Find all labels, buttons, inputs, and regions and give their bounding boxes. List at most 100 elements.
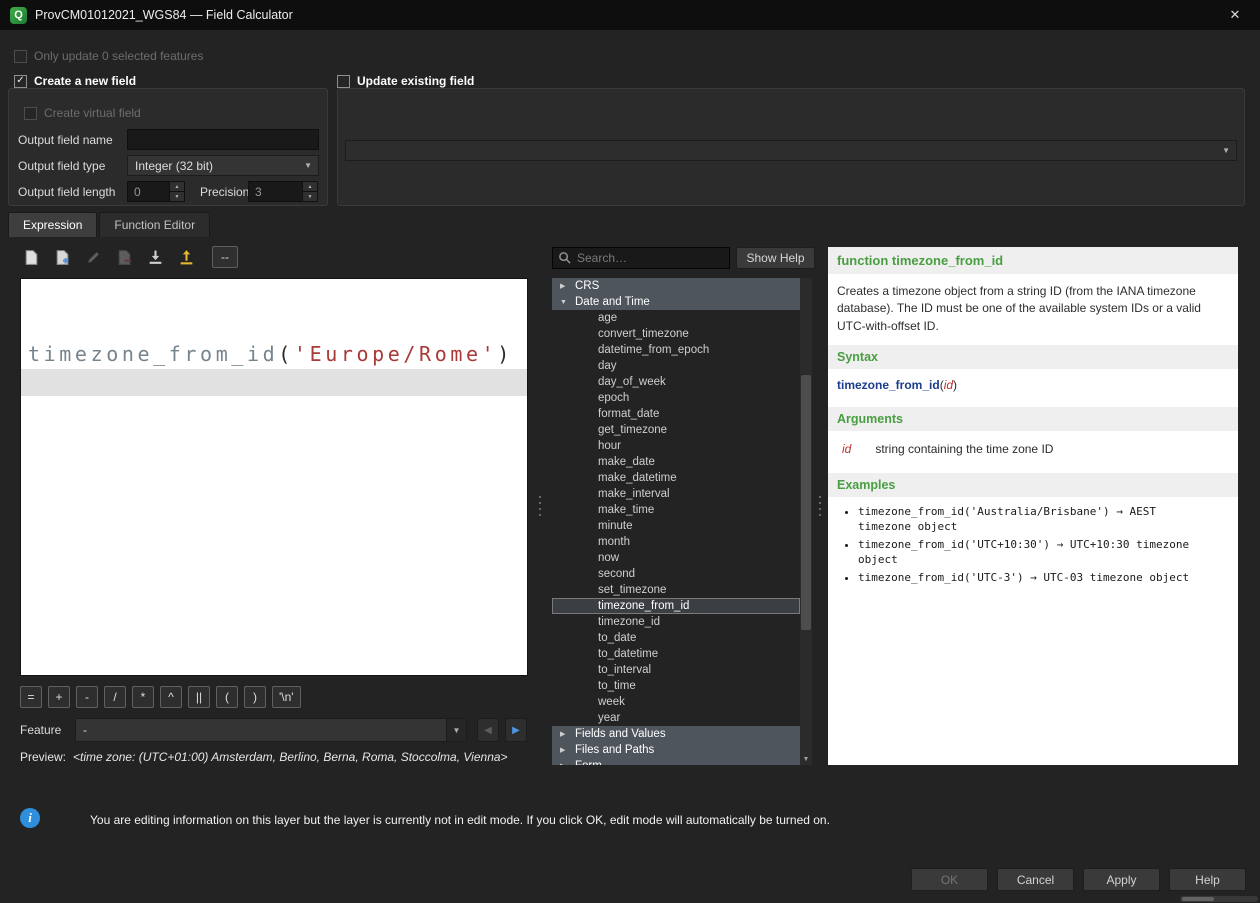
tree-item-get-timezone[interactable]: get_timezone — [552, 422, 800, 438]
spin-up-icon[interactable]: ▲ — [303, 182, 317, 192]
operator-button[interactable]: ^ — [160, 686, 182, 708]
chevron-right-icon[interactable]: ▶ — [560, 762, 570, 765]
ok-button[interactable]: OK — [911, 868, 988, 891]
chevron-right-icon[interactable]: ▶ — [560, 746, 570, 754]
tab-bar: Expression Function Editor — [8, 212, 210, 237]
output-field-type-select[interactable]: Integer (32 bit) ▼ — [127, 155, 319, 176]
next-feature-button[interactable]: ▶ — [505, 718, 527, 742]
tree-item-make-date[interactable]: make_date — [552, 454, 800, 470]
tree-group-date-and-time[interactable]: ▼Date and Time — [552, 294, 800, 310]
tree-item-timezone-from-id[interactable]: timezone_from_id — [552, 598, 800, 614]
cancel-button[interactable]: Cancel — [997, 868, 1074, 891]
existing-field-select[interactable]: ▼ — [345, 140, 1237, 161]
tree-group-fields-and-values[interactable]: ▶Fields and Values — [552, 726, 800, 742]
chevron-down-icon[interactable]: ▼ — [446, 719, 466, 741]
chevron-down-icon[interactable]: ▼ — [560, 299, 570, 306]
tree-item-make-interval[interactable]: make_interval — [552, 486, 800, 502]
tree-label: second — [598, 568, 635, 580]
tree-item-now[interactable]: now — [552, 550, 800, 566]
expression-editor[interactable]: timezone_from_id('Europe/Rome') — [20, 278, 528, 676]
show-help-button[interactable]: Show Help — [736, 247, 815, 269]
tree-item-hour[interactable]: hour — [552, 438, 800, 454]
comment-button[interactable]: -- — [212, 246, 238, 268]
search-input[interactable] — [552, 247, 730, 269]
tab-function-editor[interactable]: Function Editor — [99, 212, 210, 237]
argument-description: string containing the time zone ID — [875, 442, 1053, 456]
export-expressions-icon[interactable] — [175, 246, 197, 268]
tree-item-to-time[interactable]: to_time — [552, 678, 800, 694]
tree-item-week[interactable]: week — [552, 694, 800, 710]
stepper-arrows[interactable]: ▲ ▼ — [302, 182, 317, 201]
precision-label: Precision — [200, 185, 249, 199]
save-expression-icon[interactable] — [51, 246, 73, 268]
spin-down-icon[interactable]: ▼ — [303, 192, 317, 201]
output-field-length-stepper[interactable]: 0 ▲ ▼ — [127, 181, 185, 202]
tree-item-set-timezone[interactable]: set_timezone — [552, 582, 800, 598]
scrollbar-thumb[interactable] — [801, 375, 811, 630]
tree-item-second[interactable]: second — [552, 566, 800, 582]
tree-scrollbar[interactable]: ▼ — [800, 278, 812, 765]
tab-expression[interactable]: Expression — [8, 212, 97, 237]
tree-group-files-and-paths[interactable]: ▶Files and Paths — [552, 742, 800, 758]
help-button[interactable]: Help — [1169, 868, 1246, 891]
tree-item-format-date[interactable]: format_date — [552, 406, 800, 422]
tree-label: month — [598, 536, 630, 548]
tree-item-to-date[interactable]: to_date — [552, 630, 800, 646]
code-paren: ( — [278, 342, 294, 366]
tree-item-make-datetime[interactable]: make_datetime — [552, 470, 800, 486]
horizontal-scrollbar[interactable] — [1180, 896, 1258, 902]
splitter-right[interactable] — [817, 496, 823, 516]
tree-item-day[interactable]: day — [552, 358, 800, 374]
tree-item-timezone-id[interactable]: timezone_id — [552, 614, 800, 630]
chevron-right-icon[interactable]: ▶ — [560, 730, 570, 738]
tree-item-datetime-from-epoch[interactable]: datetime_from_epoch — [552, 342, 800, 358]
remove-expression-icon[interactable] — [113, 246, 135, 268]
code-string: 'Europe/Rome' — [294, 342, 497, 366]
operator-button[interactable]: ( — [216, 686, 238, 708]
operator-button[interactable]: / — [104, 686, 126, 708]
spin-down-icon[interactable]: ▼ — [170, 192, 184, 201]
tree-item-convert-timezone[interactable]: convert_timezone — [552, 326, 800, 342]
spin-up-icon[interactable]: ▲ — [170, 182, 184, 192]
scrollbar-down-icon[interactable]: ▼ — [800, 756, 812, 763]
splitter-left[interactable] — [537, 496, 543, 516]
operator-button[interactable]: * — [132, 686, 154, 708]
tree-group-form[interactable]: ▶Form — [552, 758, 800, 765]
update-existing-field-checkbox[interactable]: Update existing field — [337, 74, 480, 88]
operator-button[interactable]: + — [48, 686, 70, 708]
create-virtual-field-checkbox[interactable]: Create virtual field — [24, 106, 141, 120]
tree-item-minute[interactable]: minute — [552, 518, 800, 534]
edit-expression-icon[interactable] — [82, 246, 104, 268]
new-expression-icon[interactable] — [20, 246, 42, 268]
scrollbar-thumb[interactable] — [1182, 897, 1214, 901]
tree-group-crs[interactable]: ▶ CRS — [552, 278, 800, 294]
tree-item-year[interactable]: year — [552, 710, 800, 726]
operator-button[interactable]: || — [188, 686, 210, 708]
tree-item-age[interactable]: age — [552, 310, 800, 326]
tree-item-month[interactable]: month — [552, 534, 800, 550]
import-expressions-icon[interactable] — [144, 246, 166, 268]
feature-label: Feature — [20, 723, 61, 737]
tree-item-to-interval[interactable]: to_interval — [552, 662, 800, 678]
tree-item-make-time[interactable]: make_time — [552, 502, 800, 518]
tree-item-epoch[interactable]: epoch — [552, 390, 800, 406]
chevron-right-icon[interactable]: ▶ — [560, 282, 570, 290]
output-field-name-input[interactable] — [127, 129, 319, 150]
operator-button[interactable]: '\n' — [272, 686, 301, 708]
only-update-checkbox[interactable]: Only update 0 selected features — [14, 49, 203, 63]
apply-button[interactable]: Apply — [1083, 868, 1160, 891]
create-new-field-checkbox[interactable]: ✓ Create a new field — [14, 74, 142, 88]
feature-select[interactable]: - ▼ — [75, 718, 467, 742]
precision-stepper[interactable]: 3 ▲ ▼ — [248, 181, 318, 202]
operator-button[interactable]: = — [20, 686, 42, 708]
tree-label: CRS — [575, 280, 599, 292]
previous-feature-button[interactable]: ◀ — [477, 718, 499, 742]
operator-button[interactable]: - — [76, 686, 98, 708]
tree-label: week — [598, 696, 625, 708]
search-box — [552, 247, 730, 269]
close-icon[interactable]: ✕ — [1220, 0, 1250, 30]
tree-item-day-of-week[interactable]: day_of_week — [552, 374, 800, 390]
stepper-arrows[interactable]: ▲ ▼ — [169, 182, 184, 201]
tree-item-to-datetime[interactable]: to_datetime — [552, 646, 800, 662]
operator-button[interactable]: ) — [244, 686, 266, 708]
